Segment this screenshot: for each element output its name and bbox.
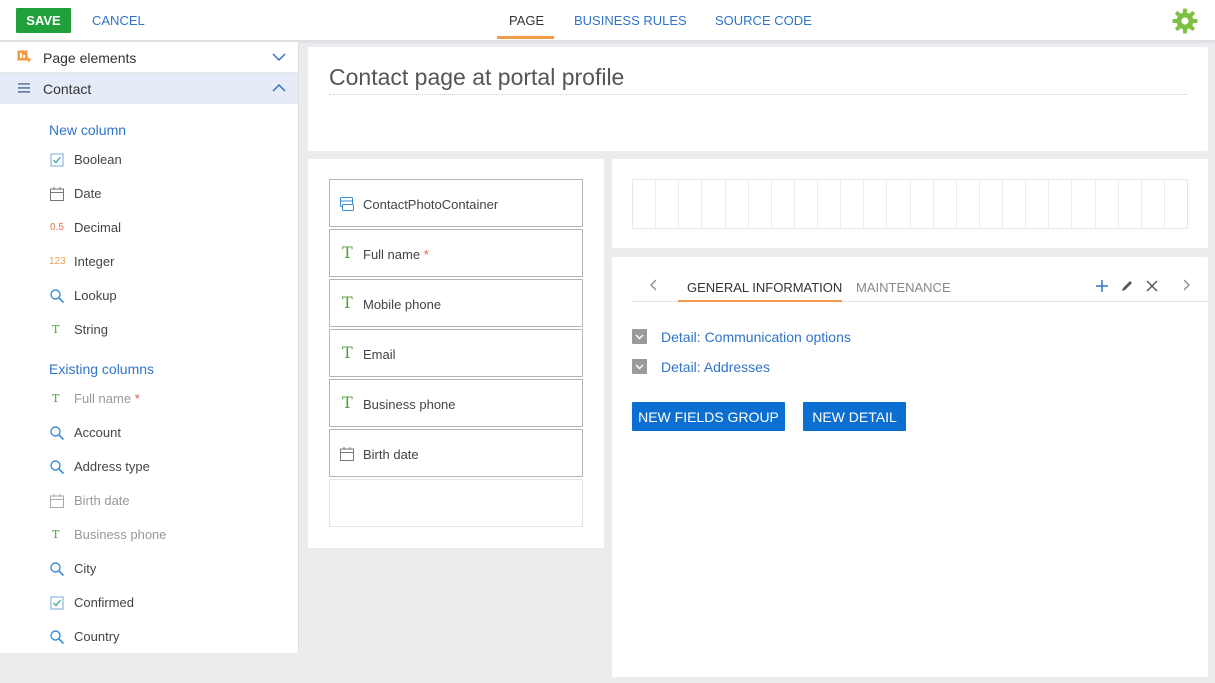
section-page-elements[interactable]: Page elements	[0, 42, 298, 73]
edit-icon[interactable]	[1120, 279, 1134, 293]
column-item-full-name[interactable]: T Full name *	[49, 389, 289, 409]
layout-grid-card	[612, 159, 1208, 248]
tab-business-rules[interactable]: BUSINESS RULES	[574, 13, 687, 28]
cancel-button[interactable]: CANCEL	[92, 13, 145, 28]
collapse-toggle-icon[interactable]	[632, 329, 647, 344]
column-item-birth-date[interactable]: Birth date	[49, 491, 289, 511]
column-item-string[interactable]: T String	[49, 320, 289, 340]
search-icon	[50, 426, 65, 441]
sidebar: Page elements Contact New column Boolean	[0, 42, 299, 653]
tab-maintenance[interactable]: MAINTENANCE	[856, 280, 951, 295]
checkbox-icon	[50, 153, 64, 167]
field-contact-photo-container[interactable]: ContactPhotoContainer	[329, 179, 583, 227]
text-icon: T	[52, 323, 60, 336]
calendar-icon	[340, 447, 354, 461]
column-item-account[interactable]: Account	[49, 423, 289, 443]
detail-row-addresses[interactable]: Detail: Addresses	[632, 357, 1032, 377]
text-icon: T	[52, 392, 60, 405]
details-card	[612, 257, 1208, 677]
text-icon: T	[342, 293, 353, 312]
tab-page[interactable]: PAGE	[509, 13, 544, 28]
save-button[interactable]: SAVE	[16, 8, 71, 33]
new-detail-button[interactable]: NEW DETAIL	[803, 402, 906, 431]
column-item-integer[interactable]: 123 Integer	[49, 252, 289, 272]
new-column-title: New column	[49, 122, 127, 138]
chevron-right-icon[interactable]	[1180, 278, 1192, 292]
page-elements-icon	[17, 50, 31, 63]
checkbox-icon	[50, 596, 64, 610]
section-label: Page elements	[43, 50, 137, 66]
page-title-card: Contact page at portal profile	[308, 47, 1208, 151]
section-contact[interactable]: Contact	[0, 73, 298, 104]
page-title[interactable]: Contact page at portal profile	[329, 64, 624, 91]
column-item-decimal[interactable]: 0.5 Decimal	[49, 218, 289, 238]
decimal-icon: 0.5	[50, 222, 64, 233]
add-icon[interactable]	[1095, 279, 1109, 293]
field-mobile-phone[interactable]: T Mobile phone	[329, 279, 583, 327]
integer-icon: 123	[49, 256, 66, 267]
column-item-country[interactable]: Country	[49, 627, 289, 647]
active-tab-indicator	[497, 36, 554, 39]
layout-grid[interactable]	[632, 179, 1188, 229]
new-fields-group-button[interactable]: NEW FIELDS GROUP	[632, 402, 785, 431]
field-email[interactable]: T Email	[329, 329, 583, 377]
column-item-lookup[interactable]: Lookup	[49, 286, 289, 306]
detail-row-communication-options[interactable]: Detail: Communication options	[632, 327, 1032, 347]
empty-drop-slot[interactable]	[329, 479, 583, 527]
tab-source-code[interactable]: SOURCE CODE	[715, 13, 812, 28]
field-business-phone[interactable]: T Business phone	[329, 379, 583, 427]
text-icon: T	[342, 243, 353, 262]
column-item-city[interactable]: City	[49, 559, 289, 579]
column-item-address-type[interactable]: Address type	[49, 457, 289, 477]
search-icon	[50, 562, 65, 577]
search-icon	[50, 289, 65, 304]
collapse-toggle-icon[interactable]	[632, 359, 647, 374]
field-birth-date[interactable]: Birth date	[329, 429, 583, 477]
calendar-icon	[50, 494, 64, 508]
title-underline	[329, 94, 1187, 95]
text-icon: T	[52, 528, 60, 541]
close-icon[interactable]	[1145, 279, 1159, 293]
field-container-card: ContactPhotoContainer T Full name * T Mo…	[308, 159, 604, 548]
existing-columns-title: Existing columns	[49, 361, 155, 377]
tab-general-information[interactable]: GENERAL INFORMATION	[687, 280, 842, 295]
gear-icon[interactable]	[1171, 7, 1199, 35]
required-marker: *	[423, 247, 429, 262]
column-item-confirmed[interactable]: Confirmed	[49, 593, 289, 613]
active-detail-tab-indicator	[678, 300, 842, 302]
top-toolbar: SAVE CANCEL PAGE BUSINESS RULES SOURCE C…	[0, 0, 1215, 41]
column-item-boolean[interactable]: Boolean	[49, 150, 289, 170]
search-icon	[50, 630, 65, 645]
list-icon	[18, 83, 30, 93]
field-full-name[interactable]: T Full name *	[329, 229, 583, 277]
text-icon: T	[342, 343, 353, 362]
calendar-icon	[50, 187, 64, 201]
column-item-date[interactable]: Date	[49, 184, 289, 204]
chevron-left-icon[interactable]	[648, 278, 660, 292]
section-label: Contact	[43, 81, 92, 97]
required-marker: *	[134, 391, 140, 406]
column-item-business-phone[interactable]: T Business phone	[49, 525, 289, 545]
container-icon	[340, 197, 354, 211]
search-icon	[50, 460, 65, 475]
chevron-down-icon[interactable]	[272, 51, 286, 63]
chevron-up-icon[interactable]	[272, 82, 286, 94]
text-icon: T	[342, 393, 353, 412]
